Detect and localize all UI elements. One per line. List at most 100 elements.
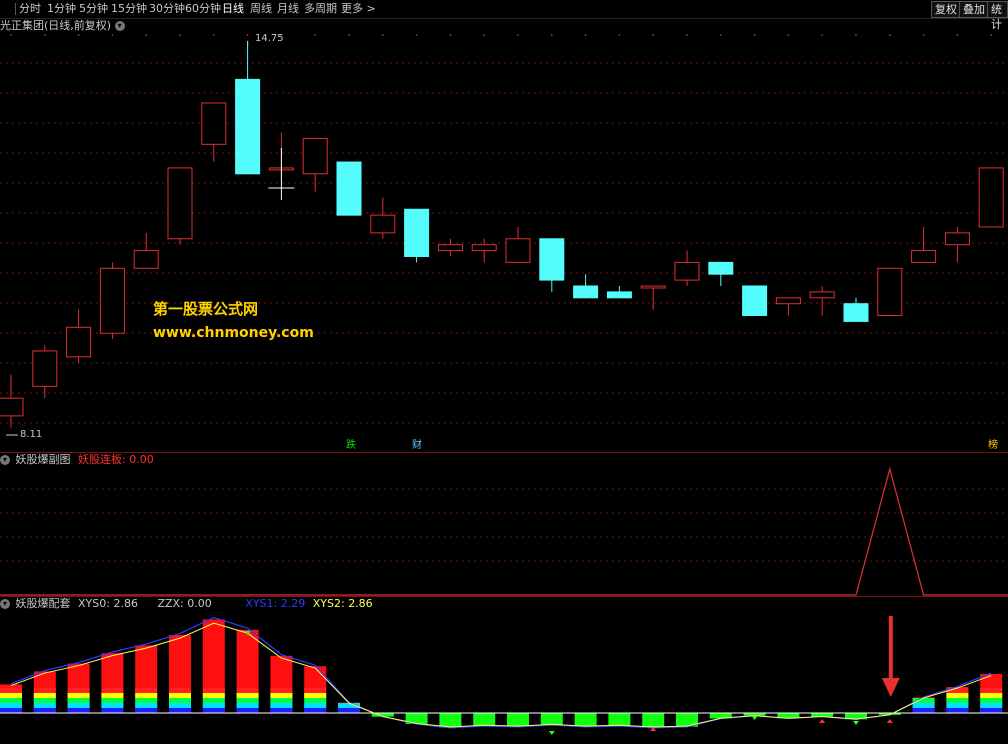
bar-negative [642, 713, 665, 728]
bar-stripe [169, 698, 191, 703]
bar-stripe [67, 708, 90, 713]
restore-rights-button[interactable]: 复权 [931, 1, 961, 18]
candle-body [674, 261, 700, 281]
main-panel-header: 光正集团(日线,前复权) ▾ [0, 19, 127, 33]
period-dot [720, 34, 722, 36]
bar-stripe [946, 698, 969, 703]
candle-body [911, 250, 937, 263]
period-dot [686, 34, 688, 36]
statistics-button[interactable]: 统计 [987, 1, 1008, 31]
bar-stripe [169, 693, 191, 698]
sub-panel-1-chart[interactable] [0, 466, 1008, 597]
collapse-toggle-icon[interactable]: ▾ [114, 21, 125, 31]
overlay-button[interactable]: 叠加 [959, 1, 989, 18]
period-dot [382, 34, 384, 36]
candlestick-chart[interactable] [0, 33, 1008, 453]
bar-negative [608, 713, 631, 726]
bar-stripe [169, 708, 191, 713]
event-marker-die[interactable]: 跌 [346, 440, 356, 452]
bar-stripe [270, 708, 293, 713]
bar-stripe [236, 703, 259, 708]
candle-body [978, 167, 1004, 228]
period-tab-minute[interactable]: 分时 [19, 2, 41, 16]
bar-negative [507, 713, 529, 727]
bar-stripe [980, 708, 1003, 713]
bar-stripe [236, 698, 259, 703]
bar-stripe [0, 703, 22, 708]
bar-stripe [135, 703, 158, 708]
period-tab-weekly[interactable]: 周线 [250, 2, 272, 16]
period-tab-30min[interactable]: 30分钟 [149, 2, 185, 16]
bar-stripe [304, 698, 327, 703]
bar-stripe [202, 703, 225, 708]
big-down-arrow-icon [881, 678, 900, 697]
period-dot [956, 34, 959, 36]
period-tab-15min[interactable]: 15分钟 [111, 2, 147, 16]
series-line [0, 466, 1008, 596]
bar-stripe [67, 703, 90, 708]
period-dot [145, 34, 147, 36]
period-tab-multi[interactable]: 多周期 [304, 2, 337, 16]
sub-panel-1-header: ▾ 妖股爆副图 妖股连板: 0.00 [0, 453, 154, 467]
signal-arrow-icon [853, 721, 859, 725]
bar-stripe [980, 698, 1003, 703]
period-tab-5min[interactable]: 5分钟 [79, 2, 108, 16]
bar-stripe [101, 693, 124, 698]
more-periods-button[interactable]: 更多 > [341, 2, 376, 16]
period-tab-1min[interactable]: 1分钟 [47, 2, 76, 16]
bar-stripe [33, 688, 56, 693]
period-dot [652, 34, 654, 36]
bar-stripe [169, 688, 191, 693]
bar-negative [574, 713, 597, 727]
period-dot [44, 34, 46, 36]
period-tab-monthly[interactable]: 月线 [277, 2, 299, 16]
candle-body [201, 102, 227, 145]
candle-body [809, 291, 835, 299]
bar-stripe [202, 693, 225, 698]
candle-body [708, 261, 734, 275]
period-tab-60min[interactable]: 60分钟 [185, 2, 221, 16]
candle-body [336, 161, 362, 216]
xys2-line [10, 622, 992, 728]
collapse-toggle-icon[interactable]: ▾ [0, 455, 10, 465]
bar-stripe [202, 688, 225, 693]
candle-body [32, 350, 58, 387]
xys2-label: XYS2: [312, 597, 345, 610]
collapse-toggle-icon[interactable]: ▾ [0, 599, 10, 609]
bar-stripe [33, 703, 56, 708]
period-dot [77, 34, 80, 36]
bar-stripe [0, 708, 22, 713]
watermark-url: www.chnmoney.com [153, 325, 314, 341]
bar-negative [540, 713, 563, 725]
xys1-value: 2.29 [280, 597, 306, 610]
period-dot [348, 34, 350, 36]
sub-panel-2-chart[interactable] [0, 611, 1008, 744]
bar-stripe [980, 693, 1003, 698]
bar-stripe [304, 708, 327, 713]
main-chart-title: 光正集团(日线,前复权) [0, 19, 112, 32]
event-marker-bang[interactable]: 榜 [988, 440, 998, 452]
indicator-value: 0.00 [129, 453, 154, 466]
bar-stripe [169, 703, 191, 708]
xys1-line [10, 616, 992, 729]
zzx-value: 0.00 [187, 597, 212, 610]
bar-stripe [946, 693, 969, 698]
bar-stripe [236, 688, 259, 693]
event-marker-cai[interactable]: 财 [412, 440, 422, 452]
period-dot [111, 34, 114, 36]
high-price-label: 14.75 [255, 33, 284, 44]
xys2-value: 2.86 [348, 597, 373, 610]
period-dot [179, 34, 181, 36]
bar-stripe [101, 688, 124, 693]
candle-body [877, 267, 903, 317]
period-tab-daily[interactable]: 日线 [222, 2, 244, 16]
period-dot [584, 34, 587, 36]
bar-stripe [270, 698, 293, 703]
period-dot [855, 34, 857, 36]
period-dot [821, 34, 823, 36]
sub-panel-2-name: 妖股爆配套 [15, 597, 71, 610]
candle-body [843, 303, 869, 322]
bar-stripe [67, 698, 90, 703]
period-dot [483, 34, 486, 36]
bar-stripe [135, 698, 158, 703]
